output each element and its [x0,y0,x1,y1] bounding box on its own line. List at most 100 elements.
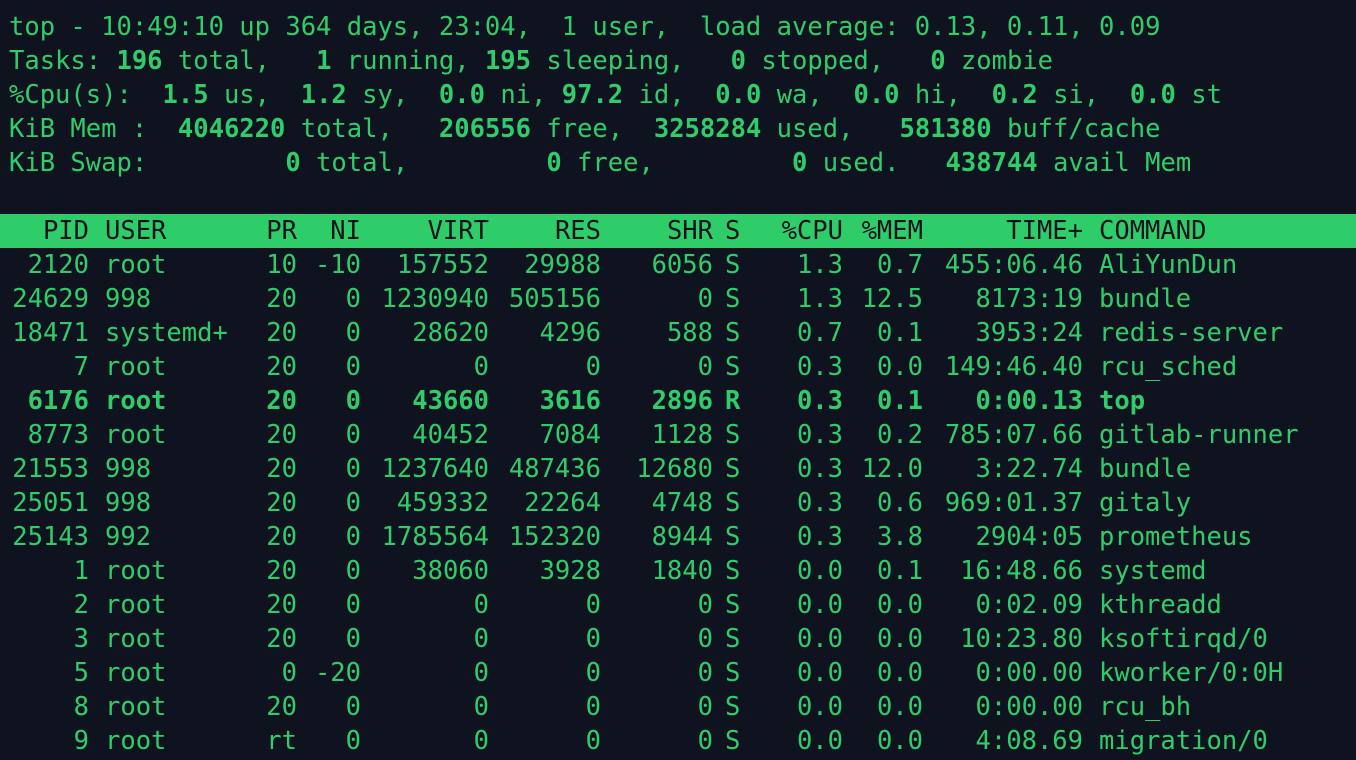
cell-pr: 20 [266,522,297,552]
cell-ni: 0 [345,522,361,552]
cpu-sy-label: sy, [346,80,439,110]
cell-mem: 0.0 [876,624,923,654]
cell-pid: 6176 [27,386,89,416]
mem-buff-label: buff/cache [991,114,1161,144]
cell-pid: 9 [73,726,89,756]
process-row: 18471 systemd+ 20 0 28620 4296 588 S 0.7 0.1 3953:… [0,316,1356,350]
cell-state: S [725,556,741,586]
cell-ni: 0 [345,556,361,586]
tasks-stopped: 0 [730,46,746,76]
cell-virt: 1230940 [381,284,489,314]
process-row: 24629 998 20 0 1230940 505156 0 S 1.3 12.5 8173:19… [0,282,1356,316]
process-row: 7 root 20 0 0 0 0 S 0.3 0.0 149:46.40 rcu_sched [0,350,1356,384]
swap-label: KiB Swap: [9,148,286,178]
swap-avail: 438744 [945,148,1038,178]
cell-user: root [105,250,167,280]
cell-pid: 7 [73,352,89,382]
cell-pid: 8 [73,692,89,722]
cell-virt: 28620 [412,318,489,348]
cell-time: 2904:05 [975,522,1083,552]
cell-mem: 12.0 [861,454,923,484]
cell-mem: 0.1 [876,556,923,586]
col-user: USER [105,216,167,246]
cell-command: ksoftirqd/0 [1099,624,1268,654]
cell-pid: 1 [73,556,89,586]
cell-virt: 0 [473,726,489,756]
cell-mem: 0.0 [876,352,923,382]
cell-res: 3616 [539,386,601,416]
cell-ni: 0 [345,352,361,382]
cell-user: root [105,624,167,654]
cell-shr: 0 [697,624,713,654]
col-state: S [725,216,741,246]
cell-res: 505156 [508,284,601,314]
cell-res: 0 [585,726,601,756]
swap-used: 0 [792,148,808,178]
cell-shr: 0 [697,590,713,620]
cell-state: S [725,318,741,348]
cell-state: S [725,454,741,484]
cell-res: 487436 [508,454,601,484]
cell-state: S [725,692,741,722]
cell-command: rcu_sched [1099,352,1238,382]
terminal-window[interactable]: top - 10:49:10 up 364 days, 23:04, 1 use… [0,0,1356,760]
cell-command: bundle [1099,284,1192,314]
tasks-zombie-label: zombie [945,46,1054,76]
tasks-running-label: running, [331,46,485,76]
cell-cpu: 0.3 [796,386,843,416]
process-table-header: PID USER PR NI VIRT RES SHR S %CPU %MEM … [0,214,1356,248]
process-row: 2120 root 10 -10 157552 29988 6056 S 1.3 0.7 455:0… [0,248,1356,282]
cpu-id: 97.2 [561,80,624,110]
cell-time: 969:01.37 [944,488,1083,518]
cell-state: S [725,624,741,654]
cell-res: 29988 [524,250,601,280]
cell-time: 455:06.46 [944,250,1083,280]
cell-pr: 20 [266,420,297,450]
mem-free-label: free, [531,114,654,144]
cell-cpu: 0.3 [796,352,843,382]
mem-line: KiB Mem : 4046220 total, 206556 free, 32… [0,112,1356,146]
cell-pid: 18471 [12,318,89,348]
cell-user: 998 [105,488,152,518]
cell-pr: 20 [266,624,297,654]
mem-total-label: total, [285,114,439,144]
cell-time: 3:22.74 [975,454,1083,484]
process-row: 2 root 20 0 0 0 0 S 0.0 0.0 0:02.09 kthreadd [0,588,1356,622]
cell-mem: 0.0 [876,658,923,688]
cell-ni: -10 [314,250,361,280]
col-virt: VIRT [427,216,489,246]
cell-command: kworker/0:0H [1099,658,1284,688]
mem-label: KiB Mem : [9,114,178,144]
cell-mem: 0.0 [876,590,923,620]
cell-virt: 40452 [412,420,489,450]
cell-command: gitlab-runner [1099,420,1299,450]
cell-ni: 0 [345,726,361,756]
cell-mem: 0.1 [876,318,923,348]
col-pid: PID [42,216,89,246]
cell-pid: 8773 [27,420,89,450]
cell-virt: 1237640 [381,454,489,484]
process-row: 8 root 20 0 0 0 0 S 0.0 0.0 0:00.00 rcu_bh [0,690,1356,724]
cell-state: S [725,522,741,552]
cell-cpu: 0.3 [796,488,843,518]
col-cpu: %CPU [781,216,843,246]
cell-res: 0 [585,692,601,722]
cell-time: 0:00.00 [975,692,1083,722]
process-list: 2120 root 10 -10 157552 29988 6056 S 1.3 0.7 455:0… [0,248,1356,758]
cell-user: root [105,692,167,722]
cell-mem: 3.8 [876,522,923,552]
col-command: COMMAND [1099,216,1207,246]
col-time: TIME+ [1006,216,1083,246]
cell-pr: 20 [266,488,297,518]
cell-mem: 0.2 [876,420,923,450]
cell-cpu: 0.0 [796,556,843,586]
mem-used-label: used, [761,114,900,144]
cell-shr: 0 [697,284,713,314]
cell-command: migration/0 [1099,726,1268,756]
cell-mem: 0.7 [876,250,923,280]
cell-shr: 1840 [651,556,713,586]
cell-virt: 1785564 [381,522,489,552]
swap-free: 0 [546,148,562,178]
cell-pr: 20 [266,352,297,382]
cell-shr: 588 [666,318,713,348]
